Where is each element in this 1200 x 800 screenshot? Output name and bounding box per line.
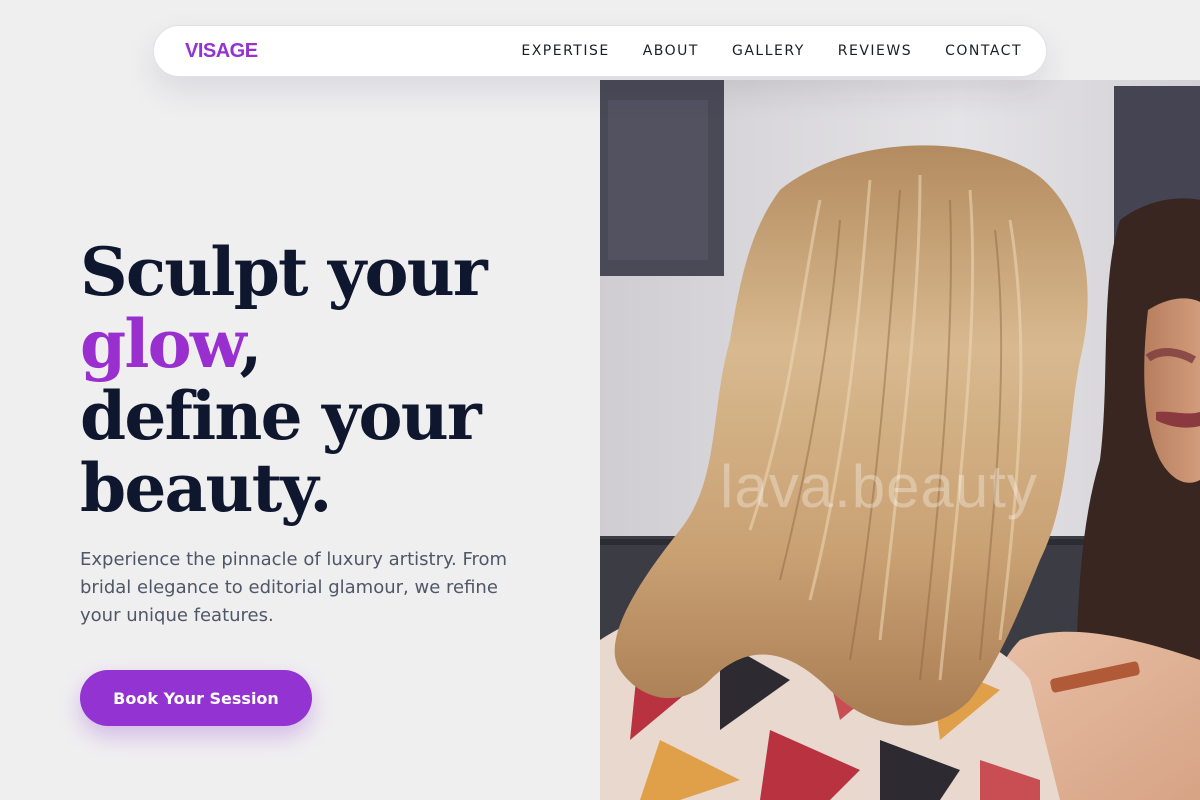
photo-watermark: lava.beauty <box>720 453 1038 520</box>
headline-line-4: beauty. <box>80 449 332 527</box>
hero-headline: Sculpt your glow, define your beauty. <box>80 236 600 524</box>
headline-line-1: Sculpt your <box>80 233 488 311</box>
top-navbar: VISAGE EXPERTISE ABOUT GALLERY REVIEWS C… <box>153 25 1047 77</box>
hero-lead-text: Experience the pinnacle of luxury artist… <box>80 549 508 626</box>
brand-logo[interactable]: VISAGE <box>185 40 258 63</box>
book-session-button[interactable]: Book Your Session <box>80 670 312 726</box>
nav-links: EXPERTISE ABOUT GALLERY REVIEWS CONTACT <box>521 43 1022 59</box>
headline-comma: , <box>239 305 262 383</box>
hero-photo: lava.beauty <box>600 80 1200 800</box>
nav-item-contact[interactable]: CONTACT <box>945 43 1022 59</box>
nav-item-gallery[interactable]: GALLERY <box>732 43 805 59</box>
headline-line-3: define your <box>80 377 482 455</box>
makeup-artist-photo-icon <box>600 80 1200 800</box>
headline-accent-word: glow <box>80 305 241 383</box>
nav-item-about[interactable]: ABOUT <box>643 43 699 59</box>
nav-item-expertise[interactable]: EXPERTISE <box>521 43 609 59</box>
nav-item-reviews[interactable]: REVIEWS <box>838 43 912 59</box>
